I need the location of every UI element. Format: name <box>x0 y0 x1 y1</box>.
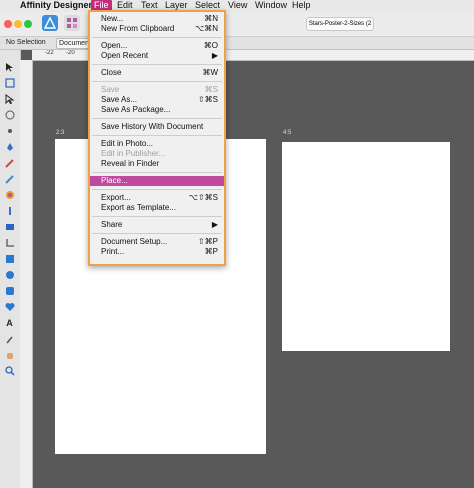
menu-item-label: Save <box>101 85 120 94</box>
menu-item-print[interactable]: Print... ⌘P <box>90 247 224 257</box>
rectangle-tool-icon[interactable] <box>3 252 16 265</box>
menu-item-document-setup[interactable]: Document Setup... ⇧⌘P <box>90 237 224 247</box>
artboard-tool-icon[interactable] <box>3 76 16 89</box>
menu-item-label: Reveal in Finder <box>101 159 160 168</box>
node-tool-icon[interactable] <box>3 92 16 105</box>
app-menu[interactable]: Affinity Designer <box>20 0 92 12</box>
ellipse-tool-icon[interactable] <box>3 268 16 281</box>
menu-item-label: Print... <box>101 247 125 256</box>
menu-item-save-as[interactable]: Save As... ⇧⌘S <box>90 95 224 105</box>
file-menu-dropdown: New... ⌘N New From Clipboard ⌥⌘N Open... ⌘O Op… <box>88 10 226 266</box>
menu-item-shortcut: ⌥⇧⌘S <box>188 193 218 202</box>
menu-separator <box>92 135 222 136</box>
menu-item-open-recent[interactable]: Open Recent ▶ <box>90 51 224 61</box>
menu-item-shortcut: ⌘N <box>204 14 218 23</box>
menu-help[interactable]: Help <box>292 0 311 12</box>
point-transform-icon[interactable] <box>3 124 16 137</box>
menu-separator <box>92 216 222 217</box>
menu-view[interactable]: View <box>228 0 247 12</box>
crop-tool-icon[interactable] <box>3 236 16 249</box>
menu-item-new[interactable]: New... ⌘N <box>90 14 224 24</box>
menu-item-edit-in-publisher: Edit in Publisher... <box>90 149 224 159</box>
corner-tool-icon[interactable] <box>3 108 16 121</box>
menu-item-label: Export... <box>101 193 131 202</box>
menu-window[interactable]: Window <box>255 0 287 12</box>
menu-item-label: New From Clipboard <box>101 24 175 33</box>
minimize-window-button[interactable] <box>14 20 22 28</box>
ruler-label: -20 <box>66 50 75 56</box>
menu-item-new-from-clipboard[interactable]: New From Clipboard ⌥⌘N <box>90 24 224 34</box>
artistic-text-icon[interactable]: A <box>3 316 16 329</box>
zoom-tool-icon[interactable] <box>3 364 16 377</box>
close-window-button[interactable] <box>4 20 12 28</box>
submenu-arrow-icon: ▶ <box>211 51 218 60</box>
toolbar: Stars-Poster-2-Sizes (2 <box>0 12 474 37</box>
hand-tool-icon[interactable] <box>3 348 16 361</box>
menu-item-label: Save History With Document <box>101 122 204 131</box>
menu-item-close[interactable]: Close ⌘W <box>90 68 224 78</box>
vector-brush-icon[interactable] <box>3 172 16 185</box>
submenu-arrow-icon: ▶ <box>211 220 218 229</box>
menu-item-open[interactable]: Open... ⌘O <box>90 41 224 51</box>
menu-item-export[interactable]: Export... ⌥⇧⌘S <box>90 193 224 203</box>
pixel-persona-icon[interactable] <box>64 15 80 31</box>
selection-status: No Selection <box>6 39 46 46</box>
context-toolbar: No Selection Document <box>0 37 474 50</box>
menu-item-share[interactable]: Share ▶ <box>90 220 224 230</box>
place-image-icon[interactable] <box>3 220 16 233</box>
ruler-label: -22 <box>45 50 54 56</box>
menu-item-save-as-package[interactable]: Save As Package... <box>90 105 224 115</box>
menu-separator <box>92 64 222 65</box>
menu-item-label: Document Setup... <box>101 237 168 246</box>
menu-item-label: Edit in Publisher... <box>101 149 166 158</box>
menu-item-shortcut: ⌘W <box>202 68 218 77</box>
menu-item-label: Open Recent <box>101 51 149 60</box>
menu-item-label: Save As... <box>101 95 138 104</box>
color-picker-icon[interactable] <box>3 332 16 345</box>
artboard-label: 2:3 <box>56 130 65 136</box>
menu-item-save: Save ⌘S <box>90 85 224 95</box>
menu-item-shortcut: ⌘O <box>203 41 218 50</box>
heart-shape-icon[interactable] <box>3 300 16 313</box>
zoom-window-button[interactable] <box>24 20 32 28</box>
menu-item-save-history-with-document[interactable]: Save History With Document <box>90 122 224 132</box>
fill-tool-icon[interactable] <box>3 188 16 201</box>
pencil-tool-icon[interactable] <box>3 156 16 169</box>
menu-item-label: Save As Package... <box>101 105 171 114</box>
document-tab[interactable]: Stars-Poster-2-Sizes (2 <box>306 17 374 31</box>
menu-item-label: Close <box>101 68 122 77</box>
pen-tool-icon[interactable] <box>3 140 16 153</box>
tools-panel: A <box>0 50 21 488</box>
transparency-tool-icon[interactable] <box>3 204 16 217</box>
menu-item-label: Export as Template... <box>101 203 176 212</box>
menu-separator <box>92 118 222 119</box>
menu-item-shortcut: ⌘P <box>204 247 218 256</box>
menu-item-reveal-in-finder[interactable]: Reveal in Finder <box>90 159 224 169</box>
designer-persona-icon[interactable] <box>42 15 58 31</box>
menu-separator <box>92 172 222 173</box>
menu-item-place[interactable]: Place... <box>90 176 224 186</box>
menu-item-shortcut: ⌘S <box>204 85 218 94</box>
artboard-4-5[interactable] <box>282 142 450 351</box>
menu-separator <box>92 233 222 234</box>
menu-separator <box>92 81 222 82</box>
vertical-ruler <box>20 60 33 488</box>
artboard-label: 4:5 <box>283 130 292 136</box>
menu-item-label: Place... <box>101 176 128 185</box>
menu-item-shortcut: ⇧⌘S <box>197 95 218 104</box>
menu-item-shortcut: ⇧⌘P <box>197 237 218 246</box>
menu-item-label: New... <box>101 14 124 23</box>
menu-item-shortcut: ⌥⌘N <box>195 24 218 33</box>
menu-separator <box>92 189 222 190</box>
rounded-rectangle-icon[interactable] <box>3 284 16 297</box>
menu-item-export-as-template[interactable]: Export as Template... <box>90 203 224 213</box>
menu-item-label: Edit in Photo... <box>101 139 154 148</box>
menu-item-label: Share <box>101 220 123 229</box>
menu-separator <box>92 37 222 38</box>
menu-item-edit-in-photo[interactable]: Edit in Photo... <box>90 139 224 149</box>
move-tool-icon[interactable] <box>3 60 16 73</box>
menu-item-label: Open... <box>101 41 128 50</box>
